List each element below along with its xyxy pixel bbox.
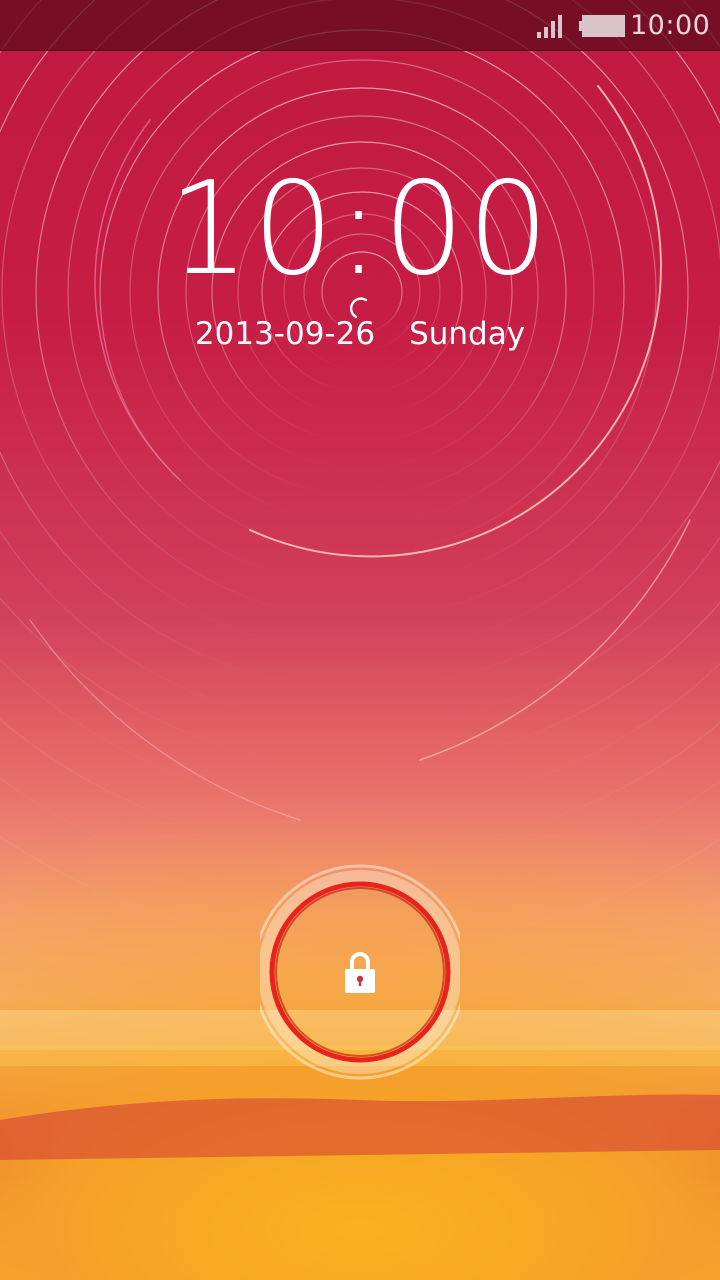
battery-icon — [579, 15, 625, 37]
status-bar: 10:00 — [0, 0, 720, 51]
padlock-icon — [345, 952, 375, 993]
lockscreen-clock: 10:00 — [168, 155, 552, 304]
weekday-text: Sunday — [409, 316, 526, 352]
signal-bars-icon — [537, 15, 562, 38]
date-text: 2013-09-26 — [194, 316, 376, 352]
status-bar-time: 10:00 — [630, 10, 711, 41]
lockscreen-date: 2013-09-26 Sunday — [0, 314, 720, 354]
